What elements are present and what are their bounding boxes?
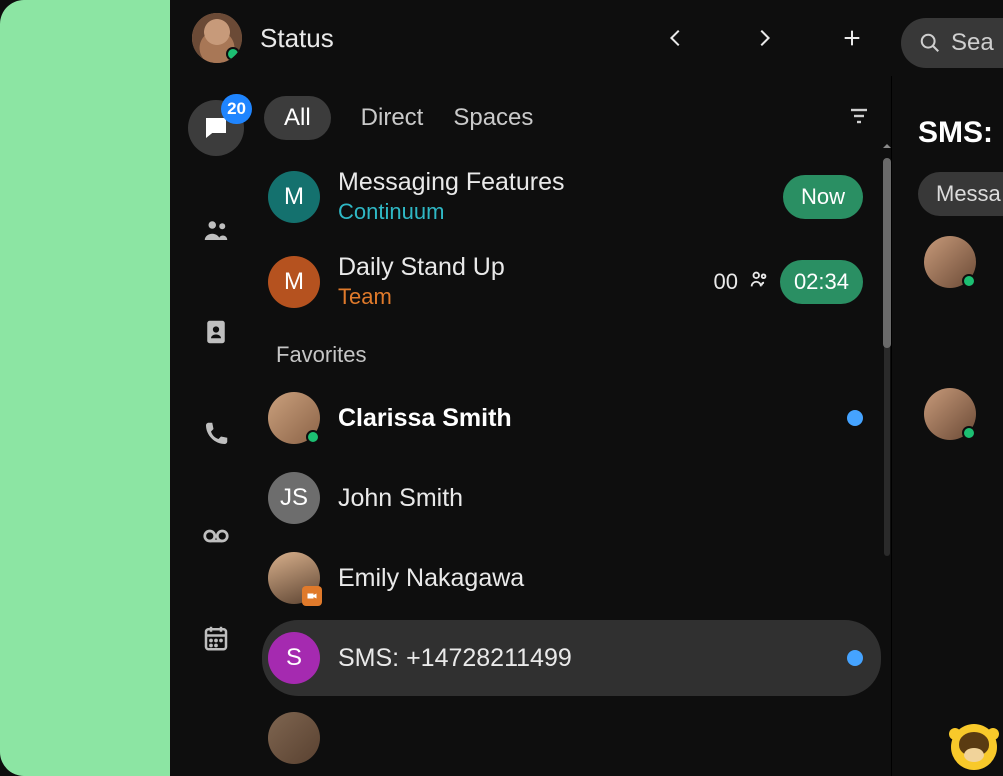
conversation-detail-panel: SMS: Messa (891, 76, 1003, 776)
unread-indicator (847, 410, 863, 426)
contact-partial[interactable] (262, 700, 881, 776)
app-header: Status (170, 0, 1003, 76)
rail-calendar-icon[interactable] (188, 610, 244, 666)
space-avatar: M (268, 256, 320, 308)
detail-avatar-2[interactable] (924, 388, 976, 440)
monkey-avatar-icon[interactable] (951, 724, 997, 770)
participant-count: 00 (713, 269, 737, 295)
space-avatar: M (268, 171, 320, 223)
main-app: Status Sea 20 (170, 0, 1003, 776)
contact-john[interactable]: JS John Smith (262, 460, 881, 536)
contact-sms[interactable]: S SMS: +14728211499 (262, 620, 881, 696)
contact-avatar: S (268, 632, 320, 684)
conversation-title: Emily Nakagawa (338, 564, 863, 593)
space-daily-standup[interactable]: M Daily Stand Up Team 00 02:34 (262, 241, 881, 322)
conversation-subtitle: Team (338, 284, 695, 310)
status-label[interactable]: Status (260, 23, 645, 54)
contact-avatar (268, 712, 320, 764)
nav-forward-icon[interactable] (751, 25, 777, 51)
app-body: 20 All Direct Spaces (170, 76, 1003, 776)
nav-rail: 20 (170, 76, 262, 776)
filter-tabs: All Direct Spaces (262, 76, 881, 156)
search-input[interactable]: Sea (901, 18, 1003, 68)
people-icon (748, 268, 770, 295)
tab-spaces[interactable]: Spaces (453, 104, 533, 132)
presence-indicator (962, 274, 976, 288)
rail-calls-icon[interactable] (188, 406, 244, 462)
contact-avatar: JS (268, 472, 320, 524)
conversation-title: Messaging Features (338, 168, 765, 197)
presence-indicator (306, 430, 320, 444)
scroll-thumb[interactable] (883, 158, 891, 348)
contact-clarissa[interactable]: Clarissa Smith (262, 380, 881, 456)
contact-emily[interactable]: Emily Nakagawa (262, 540, 881, 616)
conversation-title: SMS: +14728211499 (338, 644, 829, 673)
detail-chip[interactable]: Messa (918, 172, 1003, 216)
filter-icon[interactable] (847, 104, 871, 133)
rail-teams-icon[interactable] (188, 202, 244, 258)
presence-indicator (962, 426, 976, 440)
tab-all[interactable]: All (264, 96, 331, 140)
contact-avatar (268, 552, 320, 604)
nav-back-icon[interactable] (663, 25, 689, 51)
now-badge: Now (783, 175, 863, 219)
messages-badge: 20 (221, 94, 252, 124)
section-favorites: Favorites (262, 326, 881, 376)
rail-contacts-icon[interactable] (188, 304, 244, 360)
unread-indicator (847, 650, 863, 666)
timer-badge: 02:34 (780, 260, 863, 304)
conversation-title: Daily Stand Up (338, 253, 695, 282)
conversation-list-column: All Direct Spaces M Messaging Features C… (262, 76, 891, 776)
detail-avatar-1[interactable] (924, 236, 976, 288)
detail-title: SMS: (892, 116, 1003, 150)
tab-direct[interactable]: Direct (361, 104, 424, 132)
camera-icon (302, 586, 322, 606)
conversation-title: John Smith (338, 484, 863, 513)
rail-voicemail-icon[interactable] (188, 508, 244, 564)
space-messaging-features[interactable]: M Messaging Features Continuum Now (262, 156, 881, 237)
presence-indicator (226, 47, 240, 61)
profile-avatar[interactable] (192, 13, 242, 63)
contact-avatar (268, 392, 320, 444)
conversation-subtitle: Continuum (338, 199, 765, 225)
conversation-list: M Messaging Features Continuum Now M Dai… (262, 156, 881, 776)
decorative-green-panel (0, 0, 170, 776)
add-icon[interactable] (839, 25, 865, 51)
rail-messages-icon[interactable]: 20 (188, 100, 244, 156)
conversation-title: Clarissa Smith (338, 404, 829, 433)
search-placeholder: Sea (951, 29, 994, 57)
